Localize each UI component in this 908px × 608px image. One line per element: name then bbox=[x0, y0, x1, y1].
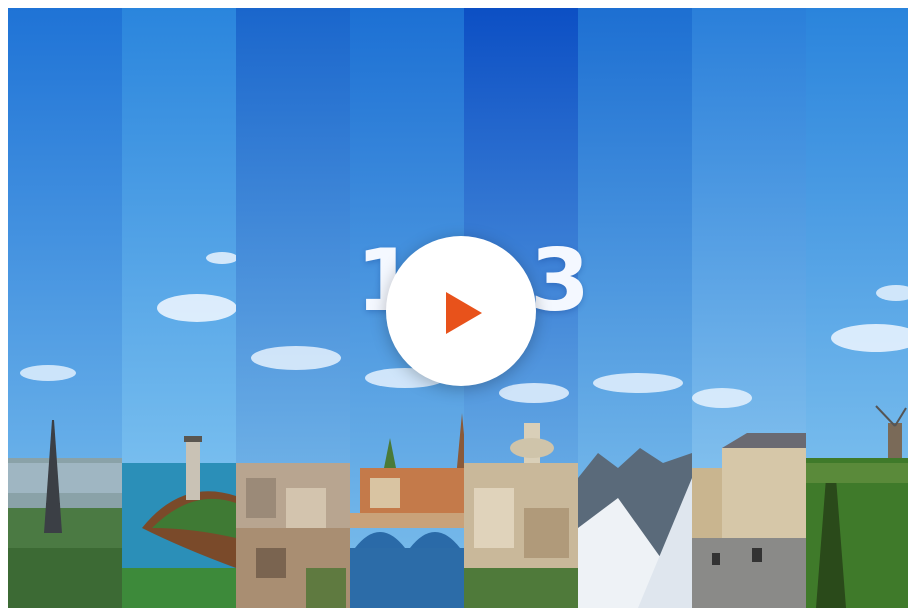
scene-strip-lighthouse bbox=[122, 8, 236, 608]
intro-numeral-right: 3 bbox=[530, 231, 590, 331]
play-icon bbox=[446, 292, 482, 334]
scene-strip-alpine-mountains bbox=[578, 8, 692, 608]
play-button[interactable] bbox=[386, 236, 536, 386]
scene-strip-town-square bbox=[692, 8, 806, 608]
scene-strip-eiffel-tower bbox=[8, 8, 122, 608]
scene-strip-city-rooftops bbox=[236, 8, 350, 608]
scene-strip-vineyard bbox=[806, 8, 908, 608]
video-player[interactable]: 1 3 bbox=[8, 8, 908, 608]
